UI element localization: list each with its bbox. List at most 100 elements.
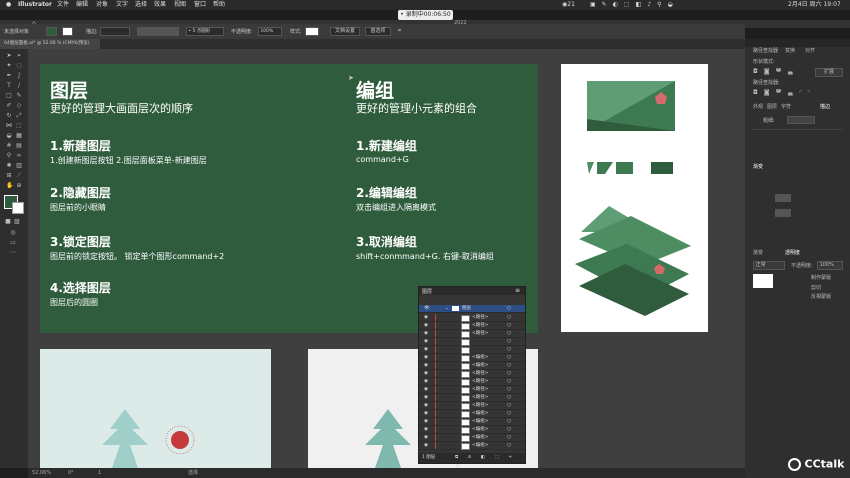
menu-window[interactable]: 窗口 [194, 0, 206, 10]
gradient-swatch[interactable] [775, 194, 791, 202]
gradient-swatch-2[interactable] [775, 209, 791, 217]
eye-icon[interactable]: ◉ [424, 338, 428, 345]
doc-setup-button[interactable]: 文档设置 [330, 27, 360, 36]
gradient-tool-icon[interactable]: ▤ [16, 143, 22, 149]
eye-icon[interactable]: ◉ [424, 322, 428, 329]
line-tool-icon[interactable]: / [16, 83, 22, 89]
layer-row[interactable]: ◉ ○ [419, 346, 525, 354]
target-circle-icon[interactable]: ○ [507, 426, 511, 433]
brush-dropdown[interactable]: • 5 点圆形 [186, 27, 224, 36]
opacity-panel-field[interactable]: 100% [817, 261, 843, 270]
stroke-weight-field[interactable] [100, 27, 130, 36]
screen-mode-icon[interactable]: ▭ [10, 240, 16, 246]
paintbrush-icon[interactable]: ✎ [16, 93, 22, 99]
variable-width-field[interactable] [137, 27, 179, 36]
eye-icon[interactable]: ◉ [424, 378, 428, 385]
zoom-level[interactable]: 52.06% [32, 468, 51, 478]
menu-type[interactable]: 文字 [116, 0, 128, 10]
page-number[interactable]: 1 [98, 468, 101, 478]
target-circle-icon[interactable]: ○ [507, 378, 511, 385]
gradient-mode-icon[interactable]: ▨ [14, 219, 20, 225]
stroke-color-icon[interactable] [12, 202, 24, 214]
eraser-icon[interactable]: ◇ [16, 103, 22, 109]
target-circle-icon[interactable]: ○ [507, 322, 511, 329]
stroke-swatch[interactable] [62, 27, 73, 36]
layer-row[interactable]: ◉ <路径> ○ [419, 378, 525, 386]
target-circle-icon[interactable]: ○ [507, 354, 511, 361]
layer-row[interactable]: ◉ <路径> ○ [419, 314, 525, 322]
stroke-weight-input[interactable] [787, 116, 815, 124]
blend-mode-select[interactable]: 正常 [753, 261, 785, 270]
target-circle-icon[interactable]: ○ [507, 418, 511, 425]
slice-tool-icon[interactable]: ⟋ [16, 173, 22, 179]
invert-mask-checkbox[interactable]: 反相蒙版 [811, 293, 831, 300]
tab-gradient[interactable]: 渐变 [753, 249, 763, 256]
layer-row[interactable]: ◉ <路径> ○ [419, 394, 525, 402]
eye-icon[interactable]: ◉ [424, 330, 428, 337]
layer-row[interactable]: ◉ <路径> ○ [419, 386, 525, 394]
menu-effect[interactable]: 效果 [154, 0, 166, 10]
arrange-icon[interactable]: ⌗ [398, 28, 401, 34]
fill-swatch[interactable] [46, 27, 57, 36]
clip-checkbox[interactable]: 剪切 [811, 284, 821, 291]
eye-icon[interactable]: 👁 [424, 305, 430, 312]
layer-row[interactable]: ◉ <路径> ○ [419, 322, 525, 330]
menu-select[interactable]: 选择 [135, 0, 147, 10]
layers-panel[interactable]: 图层 ≡ 👁 ⌄ 图层 ○ ◉ <路径> ○ ◉ <路径> ○ ◉ <路径> ○ ◉ ○ ◉ ○ ◉ <编组… [418, 286, 526, 470]
target-circle-icon[interactable]: ○ [507, 394, 511, 401]
curvature-icon[interactable]: ∫ [16, 73, 22, 79]
tab-layers[interactable]: 图层 [767, 103, 777, 110]
tab-pathfinder[interactable]: 路径查找器 [753, 47, 778, 54]
selection-tool-icon[interactable]: ➤ [6, 53, 12, 59]
menu-edit[interactable]: 编辑 [76, 0, 88, 10]
layer-row[interactable]: ◉ ○ [419, 338, 525, 346]
artboard-bottom-left[interactable] [40, 349, 271, 468]
panel-menu-icon[interactable]: ≡ [515, 287, 520, 294]
target-circle-icon[interactable]: ○ [507, 410, 511, 417]
color-mode-icon[interactable]: ■ [5, 219, 11, 225]
target-circle-icon[interactable]: ○ [507, 314, 511, 321]
app-name[interactable]: Illustrator [18, 0, 52, 10]
shape-mode-icons[interactable]: ◘◙◚◛ [753, 68, 799, 75]
layer-row[interactable]: ◉ <编组> ○ [419, 354, 525, 362]
direct-selection-tool-icon[interactable]: ➢ [16, 53, 22, 59]
gradient-section-label[interactable]: 渐变 [753, 163, 763, 170]
tab-stroke[interactable]: 描边 [820, 103, 830, 110]
eye-icon[interactable]: ◉ [424, 314, 428, 321]
more-tools-icon[interactable]: ⋯ [10, 250, 16, 256]
lasso-icon[interactable]: ◌ [16, 63, 22, 69]
layer-row[interactable]: ◉ <编组> ○ [419, 410, 525, 418]
layer-row-top[interactable]: 👁 ⌄ 图层 ○ [419, 305, 525, 313]
style-swatch[interactable] [305, 27, 319, 36]
draw-mode-icon[interactable]: ◎ [10, 230, 16, 236]
eye-icon[interactable]: ◉ [424, 362, 428, 369]
eye-icon[interactable]: ◉ [424, 370, 428, 377]
blend-tool-icon[interactable]: ∞ [16, 153, 22, 159]
layer-row[interactable]: ◉ <编组> ○ [419, 418, 525, 426]
eye-icon[interactable]: ◉ [424, 442, 428, 449]
menu-help[interactable]: 帮助 [213, 0, 225, 10]
layer-row[interactable]: ◉ <编组> ○ [419, 362, 525, 370]
apple-icon[interactable]: ● [6, 0, 11, 10]
artboard-tool-icon[interactable]: ⊞ [6, 173, 12, 179]
target-circle-icon[interactable]: ○ [507, 305, 511, 312]
eye-icon[interactable]: ◉ [424, 410, 428, 417]
layer-row[interactable]: ◉ <编组> ○ [419, 426, 525, 434]
width-tool-icon[interactable]: ⋈ [6, 123, 12, 129]
layer-row[interactable]: ◉ <路径> ○ [419, 402, 525, 410]
tab-align[interactable]: 对齐 [805, 47, 815, 54]
free-transform-icon[interactable]: ⬚ [16, 123, 22, 129]
document-tab[interactable]: 04图层面板.ai* @ 52.06 % (CMYK/预览) [0, 39, 100, 49]
tab-transform[interactable]: 变换 [785, 47, 795, 54]
prefs-button[interactable]: 首选项 [365, 27, 391, 36]
tab-transparency[interactable]: 透明度 [785, 249, 800, 256]
rectangle-tool-icon[interactable]: □ [6, 93, 12, 99]
eye-icon[interactable]: ◉ [424, 386, 428, 393]
make-mask-button[interactable]: 制作蒙版 [811, 274, 831, 281]
eye-icon[interactable]: ◉ [424, 354, 428, 361]
target-circle-icon[interactable]: ○ [507, 386, 511, 393]
layer-row[interactable]: ◉ <路径> ○ [419, 370, 525, 378]
magic-wand-icon[interactable]: ✦ [6, 63, 12, 69]
symbol-sprayer-icon[interactable]: ✺ [6, 163, 12, 169]
eye-icon[interactable]: ◉ [424, 394, 428, 401]
